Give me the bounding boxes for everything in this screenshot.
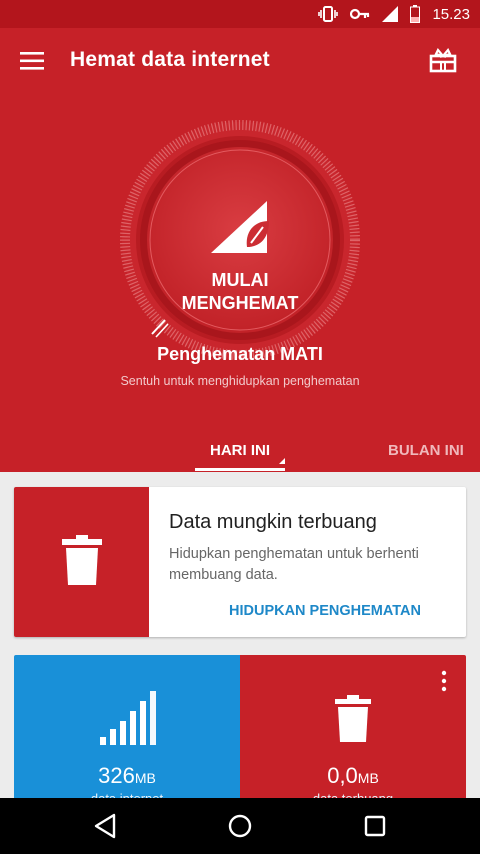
internet-data-value: 326MB [14, 763, 240, 789]
back-icon[interactable] [90, 812, 120, 840]
gift-icon[interactable] [428, 46, 458, 74]
menu-icon[interactable] [20, 50, 46, 72]
status-time: 15.23 [432, 5, 470, 23]
card-icon-panel [14, 487, 149, 637]
signal-bars-icon [100, 691, 156, 745]
wasted-data-tile[interactable]: 0,0MB data terbuang [240, 655, 466, 815]
dial-label-line2: MENGHEMAT [181, 293, 299, 313]
battery-icon [410, 5, 421, 23]
wasted-data-number: 0,0 [327, 763, 358, 788]
trash-icon [62, 535, 102, 585]
usage-stats: 326MB data internet 0,0MB data terbuang [14, 655, 466, 815]
system-nav-bar [0, 798, 480, 854]
recents-icon[interactable] [360, 812, 390, 840]
internet-data-unit: MB [134, 770, 156, 786]
dial-label-line1: MULAI [211, 270, 269, 290]
signal-icon [382, 6, 399, 22]
wasted-data-value: 0,0MB [240, 763, 466, 789]
wasted-data-unit: MB [357, 770, 379, 786]
page-title: Hemat data internet [70, 48, 270, 71]
trash-icon [335, 695, 371, 742]
data-wasted-card: Data mungkin terbuang Hidupkan penghemat… [14, 487, 466, 637]
hero-panel: Hemat data internet MULAI MENGHEMAT Peng… [0, 28, 480, 472]
tab-this-month[interactable]: BULAN INI [388, 442, 464, 459]
vpn-key-icon [350, 8, 370, 20]
saver-status-subtitle: Sentuh untuk menghidupkan penghematan [120, 374, 360, 388]
app-bar: Hemat data internet [0, 28, 480, 94]
saver-dial: MULAI MENGHEMAT [120, 120, 360, 360]
tab-today[interactable]: HARI INI [195, 442, 285, 459]
card-description: Hidupkan penghematan untuk berhenti memb… [169, 546, 419, 583]
data-saver-logo-icon [211, 201, 269, 253]
internet-data-tile[interactable]: 326MB data internet [14, 655, 240, 815]
start-saving-button[interactable]: MULAI MENGHEMAT [147, 147, 333, 333]
tab-caret [279, 458, 285, 464]
tab-indicator [195, 468, 285, 471]
internet-data-number: 326 [98, 763, 135, 788]
card-title: Data mungkin terbuang [169, 511, 377, 533]
more-options-icon[interactable] [436, 669, 452, 693]
vibrate-icon [318, 6, 339, 22]
enable-saver-button[interactable]: HIDUPKAN PENGHEMATAN [229, 603, 421, 619]
saver-status-title: Penghematan MATI [157, 344, 323, 364]
status-bar: 15.23 [0, 0, 480, 28]
home-icon[interactable] [225, 812, 255, 840]
